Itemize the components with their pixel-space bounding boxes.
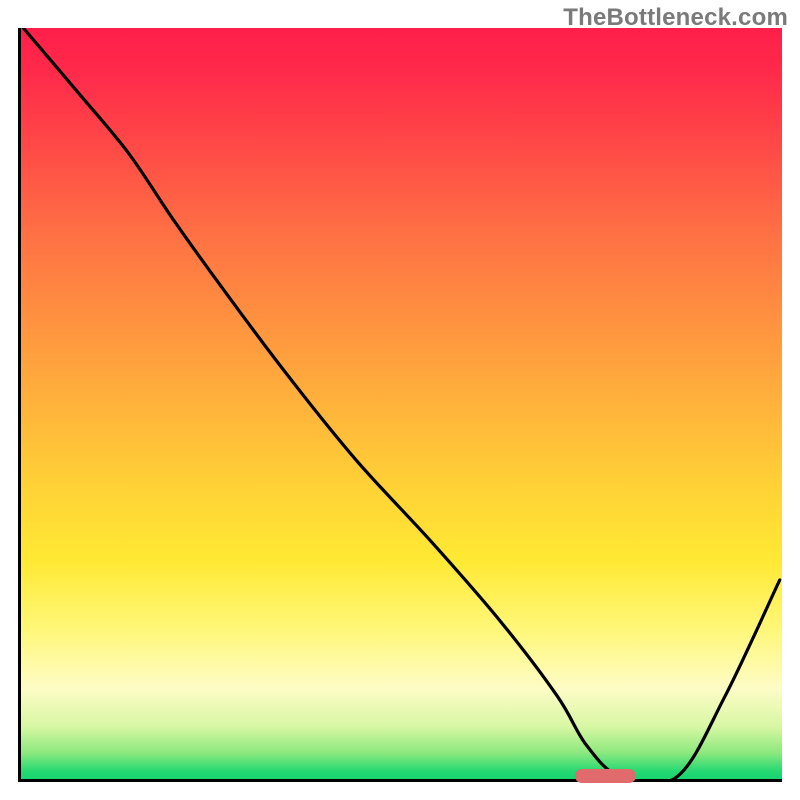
bottleneck-curve bbox=[21, 28, 782, 779]
chart-plot-area bbox=[18, 28, 782, 782]
optimal-marker bbox=[575, 769, 635, 783]
